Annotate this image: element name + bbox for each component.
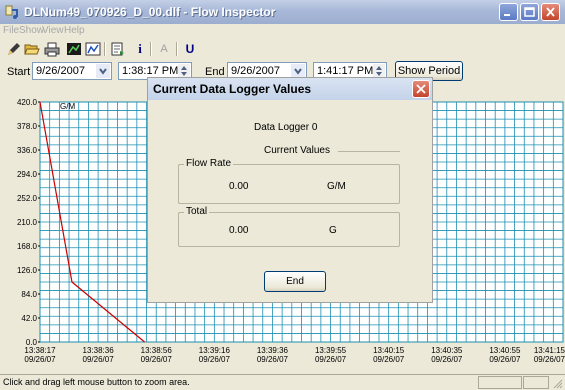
spin-updown-icon[interactable] bbox=[373, 64, 385, 78]
end-time-value: 1:41:17 PM bbox=[317, 65, 374, 77]
start-date-picker[interactable]: 9/26/2007 bbox=[32, 62, 112, 80]
title-bar[interactable]: DLNum49_070926_D_00.dlf - Flow Inspector bbox=[0, 0, 565, 24]
maximize-button[interactable] bbox=[520, 3, 539, 21]
divider bbox=[338, 151, 400, 152]
text-a-icon[interactable]: A bbox=[156, 41, 172, 57]
menu-show[interactable]: Show bbox=[19, 25, 44, 36]
window-title: DLNum49_070926_D_00.dlf - Flow Inspector bbox=[24, 5, 276, 19]
end-button[interactable]: End bbox=[264, 271, 326, 292]
flow-rate-label: Flow Rate bbox=[184, 158, 234, 169]
x-tick-label-time: 13:40:15 bbox=[373, 346, 405, 355]
menu-help[interactable]: Help bbox=[64, 25, 85, 36]
x-tick-label-time: 13:39:55 bbox=[315, 346, 347, 355]
dialog-title-bar[interactable]: Current Data Logger Values bbox=[148, 78, 432, 100]
toolbar: i A U bbox=[0, 38, 565, 60]
status-pane bbox=[478, 376, 522, 389]
y-axis-unit-label: G/M bbox=[60, 102, 75, 111]
y-tick-label: 210.0 bbox=[17, 218, 38, 227]
x-tick-label-time: 13:39:36 bbox=[257, 346, 289, 355]
x-tick-label-date: 09/26/07 bbox=[315, 355, 347, 364]
x-tick-label-time: 13:40:35 bbox=[431, 346, 463, 355]
app-icon bbox=[5, 5, 18, 19]
print-icon[interactable] bbox=[44, 41, 60, 57]
y-tick-label: 420.0 bbox=[17, 98, 38, 107]
menu-bar: File Show View Help bbox=[0, 24, 565, 38]
status-text: Click and drag left mouse button to zoom… bbox=[3, 377, 190, 387]
y-tick-label: 252.0 bbox=[17, 194, 38, 203]
minimize-button[interactable] bbox=[499, 3, 518, 21]
start-label: Start bbox=[7, 66, 31, 78]
x-tick-label-date: 09/26/07 bbox=[199, 355, 231, 364]
x-tick-label-time: 13:38:36 bbox=[83, 346, 115, 355]
status-bar: Click and drag left mouse button to zoom… bbox=[0, 374, 565, 390]
resize-grip-icon[interactable] bbox=[551, 377, 563, 389]
toolbar-separator bbox=[176, 42, 178, 56]
flow-rate-value: 0.00 bbox=[229, 181, 249, 192]
chevron-down-icon[interactable] bbox=[291, 64, 305, 78]
total-unit: G bbox=[329, 225, 337, 236]
x-tick-label-date: 09/26/07 bbox=[431, 355, 463, 364]
total-label: Total bbox=[184, 206, 210, 217]
y-tick-label: 42.0 bbox=[21, 314, 37, 323]
x-tick-label-date: 09/26/07 bbox=[83, 355, 115, 364]
current-values-label: Current Values bbox=[264, 145, 330, 156]
maximize-icon bbox=[524, 7, 535, 17]
close-icon bbox=[546, 7, 555, 17]
toolbar-separator bbox=[150, 42, 152, 56]
y-tick-label: 126.0 bbox=[17, 266, 38, 275]
current-values-dialog: Current Data Logger Values Data Logger 0… bbox=[147, 77, 433, 303]
flow-inspector-window: DLNum49_070926_D_00.dlf - Flow Inspector… bbox=[0, 0, 565, 390]
flow-rate-group: Flow Rate 0.00 G/M bbox=[178, 158, 400, 204]
dialog-title: Current Data Logger Values bbox=[153, 82, 312, 96]
x-tick-label-time: 13:38:17 bbox=[24, 346, 56, 355]
x-tick-label-time: 13:38:56 bbox=[141, 346, 173, 355]
start-date-value: 9/26/2007 bbox=[36, 65, 85, 77]
x-tick-label-time: 13:39:16 bbox=[199, 346, 231, 355]
x-tick-label-date: 09/26/07 bbox=[257, 355, 289, 364]
total-value: 0.00 bbox=[229, 225, 249, 236]
y-tick-label: 168.0 bbox=[17, 242, 38, 251]
minimize-icon bbox=[504, 14, 510, 16]
x-tick-label-date: 09/26/07 bbox=[141, 355, 173, 364]
status-pane bbox=[523, 376, 549, 389]
text-u-icon[interactable]: U bbox=[182, 41, 198, 57]
data-logger-label: Data Logger 0 bbox=[254, 122, 318, 133]
menu-view[interactable]: View bbox=[42, 25, 64, 36]
total-group: Total 0.00 G bbox=[178, 206, 400, 247]
line-chart-icon[interactable] bbox=[85, 41, 101, 57]
flow-rate-unit: G/M bbox=[327, 181, 346, 192]
info-icon[interactable]: i bbox=[132, 41, 148, 57]
dialog-close-button[interactable] bbox=[412, 80, 430, 98]
x-tick-label-date: 09/26/07 bbox=[24, 355, 56, 364]
x-tick-label-date: 09/26/07 bbox=[373, 355, 405, 364]
end-date-value: 9/26/2007 bbox=[231, 65, 280, 77]
chevron-down-icon[interactable] bbox=[96, 64, 110, 78]
menu-file[interactable]: File bbox=[3, 25, 19, 36]
y-tick-label: 84.0 bbox=[21, 290, 37, 299]
x-tick-label-time: 13:40:55 bbox=[489, 346, 521, 355]
toolbar-separator bbox=[104, 42, 106, 56]
x-tick-label-date: 09/26/07 bbox=[489, 355, 521, 364]
start-time-value: 1:38:17 PM bbox=[122, 65, 179, 77]
export-icon[interactable] bbox=[110, 41, 126, 57]
y-tick-label: 294.0 bbox=[17, 170, 38, 179]
spin-updown-icon[interactable] bbox=[178, 64, 190, 78]
close-icon bbox=[416, 84, 426, 94]
close-window-button[interactable] bbox=[541, 3, 560, 21]
y-tick-label: 378.0 bbox=[17, 122, 38, 131]
x-tick-label-date: 09/26/07 bbox=[534, 355, 565, 364]
y-tick-label: 336.0 bbox=[17, 146, 38, 155]
x-tick-label-time: 13:41:15 bbox=[534, 346, 565, 355]
open-folder-icon[interactable] bbox=[24, 41, 40, 57]
chart-grid-icon[interactable] bbox=[66, 41, 82, 57]
pencil-icon[interactable] bbox=[6, 41, 22, 57]
